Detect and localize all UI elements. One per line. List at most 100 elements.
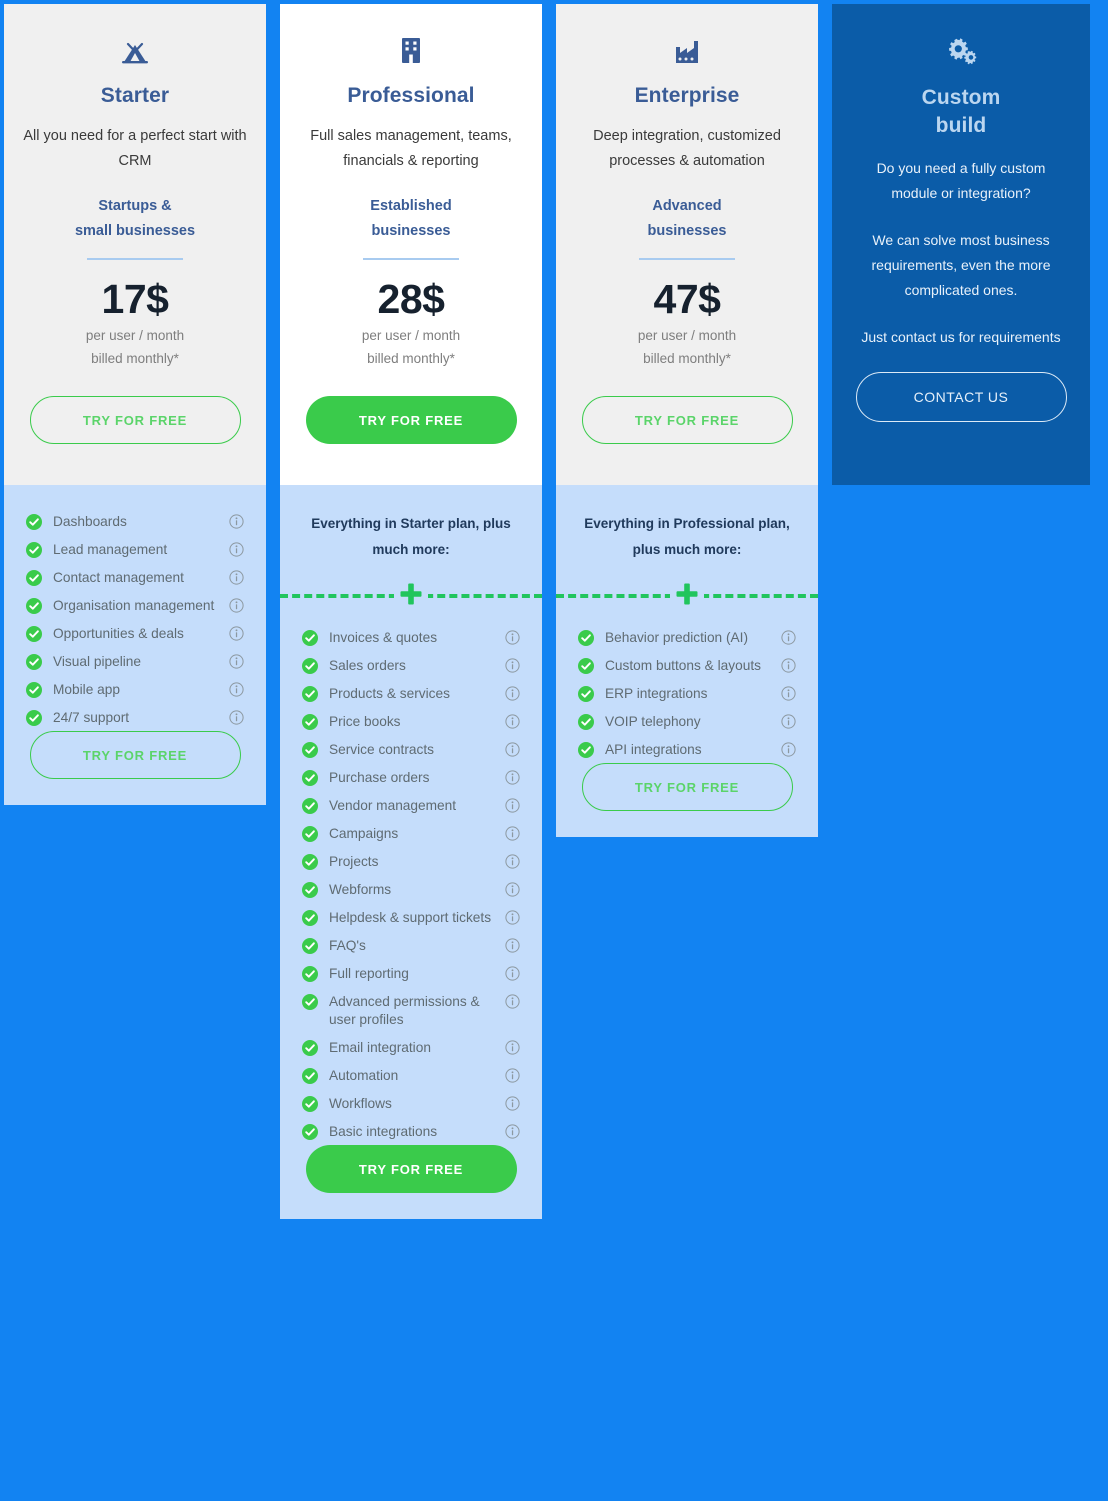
info-icon[interactable] bbox=[229, 654, 244, 669]
check-circle-icon bbox=[302, 994, 318, 1010]
info-icon[interactable] bbox=[505, 1096, 520, 1111]
plan-audience-line2: small businesses bbox=[74, 223, 196, 239]
info-icon[interactable] bbox=[229, 514, 244, 529]
info-icon[interactable] bbox=[505, 630, 520, 645]
plan-price-note-1: per user / month bbox=[85, 328, 185, 343]
list-item: Custom buttons & layouts bbox=[578, 651, 796, 679]
list-item: API integrations bbox=[578, 735, 796, 763]
plus-icon bbox=[670, 577, 704, 611]
factory-icon bbox=[669, 30, 705, 72]
feature-label: Email integration bbox=[329, 1040, 431, 1055]
info-icon[interactable] bbox=[505, 658, 520, 673]
list-item: Sales orders bbox=[302, 651, 520, 679]
plan-price: 28$ bbox=[377, 276, 445, 322]
info-icon[interactable] bbox=[505, 994, 520, 1009]
features-header-plan: Starter bbox=[400, 516, 445, 531]
info-icon[interactable] bbox=[505, 686, 520, 701]
info-icon[interactable] bbox=[505, 1068, 520, 1083]
info-icon[interactable] bbox=[505, 966, 520, 981]
check-circle-icon bbox=[302, 1040, 318, 1056]
plan-price-note-1: per user / month bbox=[361, 328, 461, 343]
try-for-free-button-professional-bottom[interactable]: TRY FOR FREE bbox=[305, 1145, 517, 1193]
info-icon[interactable] bbox=[505, 882, 520, 897]
list-item: Full reporting bbox=[302, 959, 520, 987]
plus-divider bbox=[280, 577, 542, 611]
info-icon[interactable] bbox=[505, 854, 520, 869]
info-icon[interactable] bbox=[505, 938, 520, 953]
feature-label: Custom buttons & layouts bbox=[605, 658, 761, 673]
info-icon[interactable] bbox=[505, 1124, 520, 1139]
feature-label: Webforms bbox=[329, 882, 392, 897]
check-circle-icon bbox=[578, 658, 594, 674]
custom-build-card: Custom build Do you need a fully custom … bbox=[832, 4, 1090, 485]
try-for-free-button-starter-top[interactable]: TRY FOR FREE bbox=[29, 396, 241, 444]
feature-label: ERP integrations bbox=[605, 686, 708, 701]
info-icon[interactable] bbox=[229, 626, 244, 641]
plan-card-enterprise: Enterprise Deep integration, customized … bbox=[556, 4, 818, 837]
info-icon[interactable] bbox=[505, 770, 520, 785]
info-icon[interactable] bbox=[781, 658, 796, 673]
check-circle-icon bbox=[26, 626, 42, 642]
feature-label: Advanced permissions & user profiles bbox=[329, 994, 480, 1027]
list-item: Service contracts bbox=[302, 735, 520, 763]
list-item: Basic integrations bbox=[302, 1117, 520, 1145]
feature-label: Workflows bbox=[329, 1096, 392, 1111]
info-icon[interactable] bbox=[229, 570, 244, 585]
list-item: FAQ's bbox=[302, 931, 520, 959]
info-icon[interactable] bbox=[505, 714, 520, 729]
features-header: Everything in Starter plan, plus much mo… bbox=[294, 503, 528, 567]
check-circle-icon bbox=[26, 542, 42, 558]
info-icon[interactable] bbox=[229, 682, 244, 697]
info-icon[interactable] bbox=[505, 742, 520, 757]
list-item: Opportunities & deals bbox=[26, 619, 244, 647]
check-circle-icon bbox=[302, 630, 318, 646]
features-header-lead: Everything in bbox=[584, 516, 674, 531]
info-icon[interactable] bbox=[229, 710, 244, 725]
plan-price-note-2: billed monthly* bbox=[91, 351, 179, 366]
custom-title-line2: build bbox=[935, 114, 987, 137]
feature-label: Visual pipeline bbox=[53, 654, 142, 669]
check-circle-icon bbox=[578, 714, 594, 730]
check-circle-icon bbox=[302, 714, 318, 730]
try-for-free-button-enterprise-top[interactable]: TRY FOR FREE bbox=[581, 396, 793, 444]
info-icon[interactable] bbox=[229, 542, 244, 557]
info-icon[interactable] bbox=[505, 798, 520, 813]
feature-label: Lead management bbox=[53, 542, 168, 557]
info-icon[interactable] bbox=[781, 630, 796, 645]
tent-icon bbox=[117, 30, 153, 72]
plan-price-note-1: per user / month bbox=[637, 328, 737, 343]
info-icon[interactable] bbox=[505, 910, 520, 925]
check-circle-icon bbox=[26, 570, 42, 586]
feature-label: Purchase orders bbox=[329, 770, 430, 785]
list-item: Behavior prediction (AI) bbox=[578, 623, 796, 651]
list-item: Purchase orders bbox=[302, 763, 520, 791]
info-icon[interactable] bbox=[781, 686, 796, 701]
check-circle-icon bbox=[26, 682, 42, 698]
plus-divider bbox=[556, 577, 818, 611]
check-circle-icon bbox=[302, 882, 318, 898]
try-for-free-button-enterprise-bottom[interactable]: TRY FOR FREE bbox=[581, 763, 793, 811]
plan-price-note-2: billed monthly* bbox=[643, 351, 731, 366]
plan-price: 17$ bbox=[101, 276, 169, 322]
list-item: 24/7 support bbox=[26, 703, 244, 731]
list-item: ERP integrations bbox=[578, 679, 796, 707]
info-icon[interactable] bbox=[781, 714, 796, 729]
info-icon[interactable] bbox=[229, 598, 244, 613]
plan-price-note-2: billed monthly* bbox=[367, 351, 455, 366]
plan-audience-line2: businesses bbox=[371, 223, 451, 239]
info-icon[interactable] bbox=[505, 826, 520, 841]
contact-us-button[interactable]: CONTACT US bbox=[855, 372, 1067, 422]
plan-header-enterprise: Enterprise Deep integration, customized … bbox=[556, 4, 818, 485]
plus-icon bbox=[394, 577, 428, 611]
try-for-free-button-starter-bottom[interactable]: TRY FOR FREE bbox=[29, 731, 241, 779]
info-icon[interactable] bbox=[781, 742, 796, 757]
feature-label: Mobile app bbox=[53, 682, 120, 697]
info-icon[interactable] bbox=[505, 1040, 520, 1055]
feature-label: Helpdesk & support tickets bbox=[329, 910, 492, 925]
feature-label: API integrations bbox=[605, 742, 702, 757]
plan-header-professional: Professional Full sales management, team… bbox=[280, 4, 542, 485]
plan-price: 47$ bbox=[653, 276, 721, 322]
try-for-free-button-professional-top[interactable]: TRY FOR FREE bbox=[305, 396, 517, 444]
list-item: Visual pipeline bbox=[26, 647, 244, 675]
feature-label: Campaigns bbox=[329, 826, 399, 841]
